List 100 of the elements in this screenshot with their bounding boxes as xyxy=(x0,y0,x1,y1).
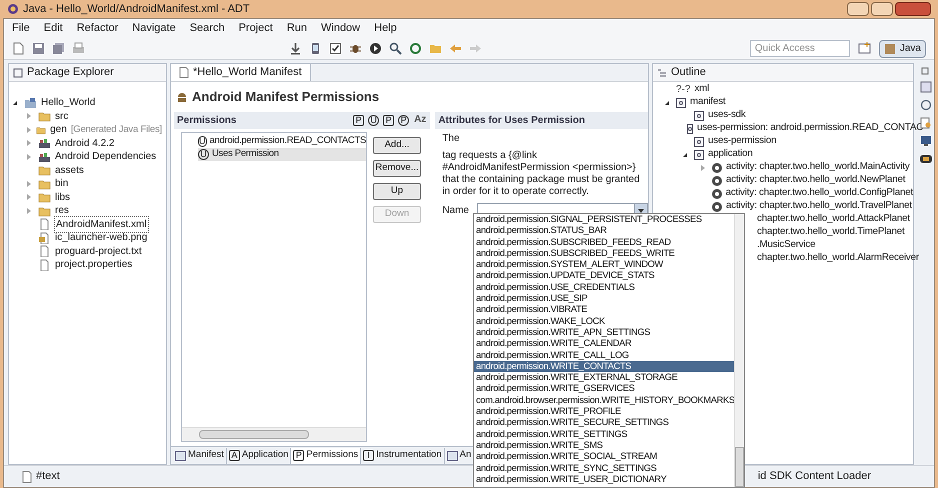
window-icon[interactable] xyxy=(920,81,932,93)
action-button[interactable]: Remove... xyxy=(373,160,421,176)
outline-item[interactable]: activity: chapter.two.hello_world.NewPlanet xyxy=(726,173,906,188)
dropdown-option[interactable]: android.permission.USE_SIP xyxy=(474,293,734,304)
expanded-arrow-icon[interactable] xyxy=(13,100,17,105)
tree-item[interactable]: Android 4.2.2 xyxy=(54,136,116,151)
filter-button[interactable]: U xyxy=(368,114,380,126)
expanded-arrow-icon[interactable] xyxy=(683,152,687,156)
dropdown-option[interactable]: android.permission.WRITE_SOCIAL_STREAM xyxy=(474,451,734,463)
dropdown-option[interactable]: android.permission.VIBRATE xyxy=(474,304,734,316)
collapsed-arrow-icon[interactable] xyxy=(27,113,31,120)
outline-item[interactable]: chapter.two.hello_world.TimePlanet xyxy=(757,225,904,240)
dropdown-option[interactable]: android.permission.WAKE_LOCK xyxy=(474,316,734,327)
outline-item[interactable]: activity: chapter.two.hello_world.TravelPlanet xyxy=(726,199,912,214)
dropdown-option[interactable]: android.permission.WRITE_CALL_LOG xyxy=(474,350,734,361)
outline-item[interactable]: application xyxy=(708,147,753,162)
java-perspective-button[interactable]: Java xyxy=(878,40,926,58)
dropdown-option[interactable]: android.permission.WRITE_CALENDAR xyxy=(474,338,734,350)
outline-item[interactable]: uses-sdk xyxy=(708,108,746,123)
tree-item[interactable]: assets xyxy=(54,162,85,178)
menu-item[interactable]: Navigate xyxy=(132,20,176,37)
action-button[interactable]: Add... xyxy=(373,136,421,154)
menu-item[interactable]: Search xyxy=(190,20,225,37)
dropdown-option[interactable]: android.permission.SYSTEM_ALERT_WINDOW xyxy=(474,259,734,270)
outline-item[interactable]: .MusicService xyxy=(757,238,816,253)
dropdown-option[interactable]: android.permission.WRITE_USER_DICTIONARY xyxy=(474,474,734,486)
menu-item[interactable]: Help xyxy=(374,20,397,37)
horizontal-scrollbar[interactable] xyxy=(182,427,366,441)
maximize-button[interactable] xyxy=(871,2,893,16)
dropdown-option[interactable]: android.permission.WRITE_SECURE_SETTINGS xyxy=(474,417,734,429)
filter-button[interactable]: P xyxy=(353,114,364,126)
vertical-scrollbar[interactable] xyxy=(734,214,744,487)
checkbox-icon[interactable] xyxy=(329,42,342,55)
outline-item[interactable]: uses-permission xyxy=(708,134,776,149)
collapsed-arrow-icon[interactable] xyxy=(27,194,31,200)
tree-item[interactable]: project.properties xyxy=(54,257,134,272)
tree-item[interactable]: ic_launcher-web.png xyxy=(54,230,148,246)
outline-item[interactable]: uses-permission: android.permission.READ_CONTAC xyxy=(697,121,924,136)
open-perspective-icon[interactable] xyxy=(858,42,871,55)
dropdown-option[interactable]: android.permission.SUBSCRIBED_FEEDS_WRITE xyxy=(474,248,734,260)
editor-tab[interactable]: *Hello_World Manifest xyxy=(171,64,311,81)
dropdown-option[interactable]: com.android.browser.permission.WRITE_HISTORY_BOOKMARKS xyxy=(474,394,734,406)
bug-icon[interactable] xyxy=(349,42,362,55)
action-button[interactable]: Up xyxy=(373,182,421,200)
run-icon[interactable] xyxy=(369,42,382,55)
dropdown-option[interactable]: android.permission.WRITE_SETTINGS xyxy=(474,428,734,440)
menu-item[interactable]: Window xyxy=(321,20,360,37)
list-item[interactable]: U android.permission.READ_CONTACTS xyxy=(198,134,366,148)
tree-item[interactable]: AndroidManifest.xml xyxy=(54,216,149,233)
dropdown-option[interactable]: android.permission.WRITE_GSERVICES xyxy=(474,383,734,395)
tree-item[interactable]: Hello_World xyxy=(40,95,96,110)
dropdown-option[interactable]: android.permission.WRITE_APN_SETTINGS xyxy=(474,326,734,338)
dropdown-option[interactable]: android.permission.STATUS_BAR xyxy=(474,225,734,237)
filter-button[interactable]: P xyxy=(398,114,410,126)
dropdown-option[interactable]: android.permission.SUBSCRIBED_FEEDS_READ xyxy=(474,236,734,248)
print-icon[interactable] xyxy=(72,42,85,55)
tree-item[interactable]: gen xyxy=(49,122,68,138)
close-button[interactable] xyxy=(895,2,931,16)
tree-item[interactable]: bin xyxy=(54,176,70,192)
quick-access-field[interactable]: Quick Access xyxy=(750,40,850,57)
menu-item[interactable]: File xyxy=(12,20,30,37)
menu-item[interactable]: Project xyxy=(238,20,273,37)
outline-item[interactable]: chapter.two.hello_world.AlarmReceiver xyxy=(757,251,919,266)
tree-item[interactable]: res xyxy=(54,203,70,218)
panel-title[interactable]: Outline xyxy=(671,64,706,81)
dropdown-option[interactable]: android.permission.USE_CREDENTIALS xyxy=(474,282,734,294)
dropdown-option[interactable]: android.permission.SIGNAL_PERSISTENT_PROCESSES xyxy=(474,214,734,226)
editor-page-tab[interactable]: I Instrumentation xyxy=(361,448,445,464)
outline-item[interactable]: manifest xyxy=(690,95,726,110)
search-icon[interactable] xyxy=(389,42,402,55)
collapsed-arrow-icon[interactable] xyxy=(701,164,705,170)
list-item[interactable]: U Uses Permission xyxy=(198,148,366,160)
menu-item[interactable]: Refactor xyxy=(76,20,118,37)
tree-item[interactable]: src xyxy=(54,108,70,124)
editor-page-tab[interactable]: P Permissions xyxy=(291,448,362,464)
filter-button[interactable]: P xyxy=(383,114,394,126)
outline-item[interactable]: activity: chapter.two.hello_world.ConfigPlanet xyxy=(726,186,913,201)
dropdown-option[interactable]: android.permission.UPDATE_DEVICE_STATS xyxy=(474,270,734,282)
save-icon[interactable] xyxy=(32,42,45,55)
monitor-icon[interactable] xyxy=(920,135,932,147)
menu-item[interactable]: Edit xyxy=(44,20,63,37)
new-file-icon[interactable] xyxy=(12,42,25,55)
dropdown-option[interactable]: android.permission.WRITE_SYNC_SETTINGS xyxy=(474,462,734,474)
outline-item[interactable]: xml xyxy=(694,82,710,97)
tree-item[interactable]: libs xyxy=(54,190,72,205)
collapsed-arrow-icon[interactable] xyxy=(27,208,31,214)
minimize-button[interactable] xyxy=(847,2,869,16)
dropdown-option[interactable]: android.permission.WRITE_SMS xyxy=(474,440,734,452)
outline-item[interactable]: activity: chapter.two.hello_world.MainActivity xyxy=(726,160,910,175)
outline-item[interactable]: chapter.two.hello_world.AttackPlanet xyxy=(757,212,910,227)
dropdown-option[interactable]: android.permission.WRITE_PROFILE xyxy=(474,406,734,418)
device-icon[interactable] xyxy=(309,42,322,55)
download-icon[interactable] xyxy=(289,42,302,55)
collapsed-arrow-icon[interactable] xyxy=(27,126,31,133)
editor-page-tab[interactable]: Manifest xyxy=(173,448,227,464)
save-all-icon[interactable] xyxy=(52,42,65,55)
sort-button[interactable]: Az xyxy=(413,115,428,125)
restore-icon[interactable] xyxy=(920,65,930,75)
collapsed-arrow-icon[interactable] xyxy=(27,140,31,146)
tree-item[interactable]: Android Dependencies xyxy=(54,149,158,164)
